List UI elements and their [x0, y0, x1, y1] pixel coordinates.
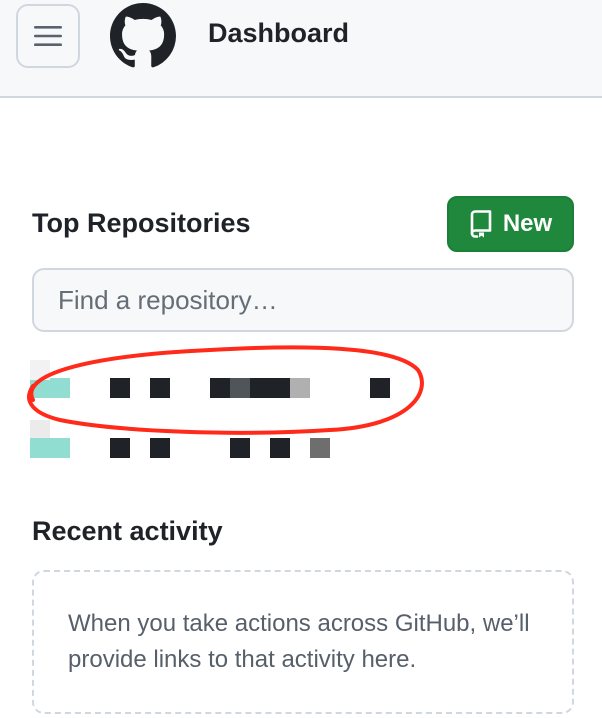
empty-state-message: When you take actions across GitHub, we’…: [68, 610, 530, 673]
new-button-label: New: [502, 210, 553, 237]
page-title: Dashboard: [208, 18, 350, 48]
repository-list-item[interactable]: [0, 360, 602, 408]
recent-activity-empty-state: When you take actions across GitHub, we’…: [32, 570, 574, 714]
new-repository-button[interactable]: New: [447, 196, 574, 252]
hamburger-icon: [34, 26, 62, 46]
repository-list-item[interactable]: [0, 420, 602, 468]
top-repositories-heading: Top Repositories: [32, 208, 251, 238]
recent-activity-heading: Recent activity: [32, 516, 223, 546]
app-header: Dashboard: [0, 0, 602, 98]
menu-button[interactable]: [16, 4, 80, 68]
github-logo-icon[interactable]: [110, 3, 176, 69]
repo-icon: [470, 210, 492, 238]
find-repository-input[interactable]: [32, 268, 574, 332]
